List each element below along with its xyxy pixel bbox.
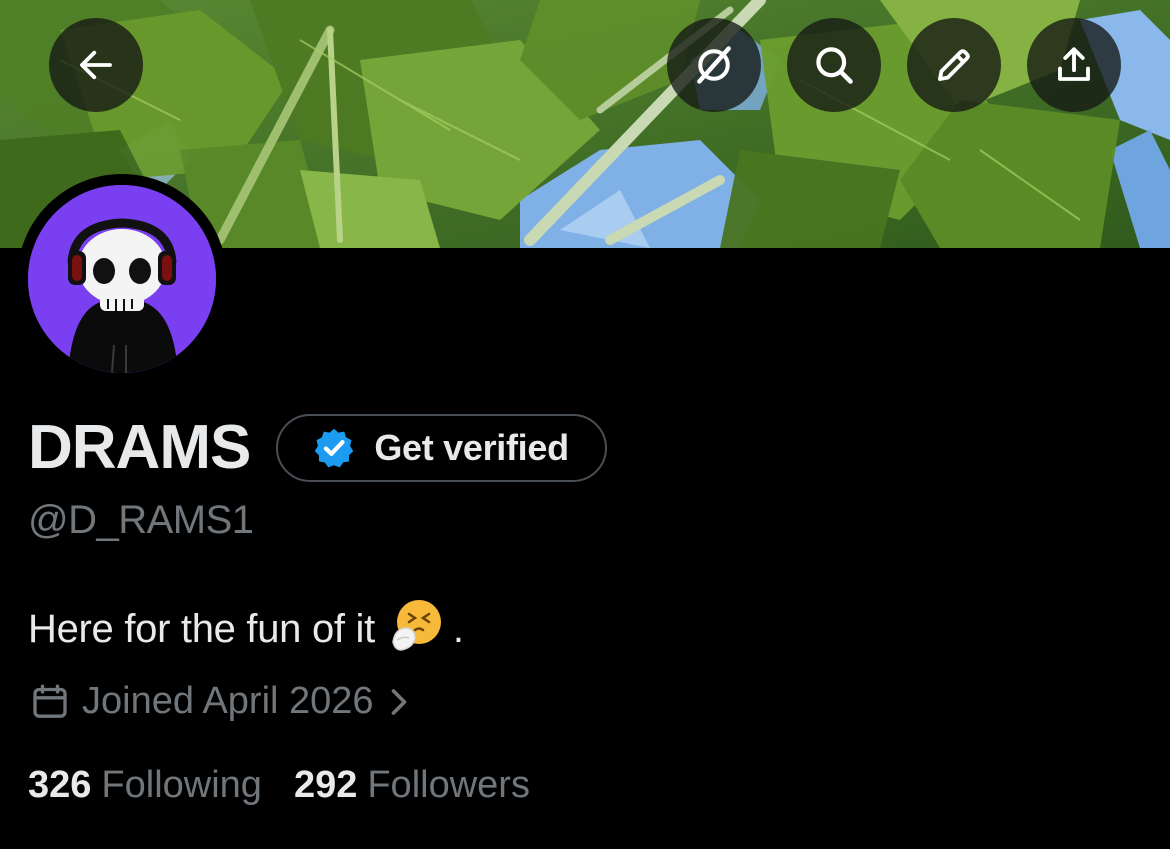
arrow-left-icon xyxy=(80,50,112,80)
followers-link[interactable]: 292 Followers xyxy=(294,764,530,807)
bio: Here for the fun of it . xyxy=(28,596,464,662)
pencil-icon xyxy=(938,49,970,81)
followers-count: 292 xyxy=(293,764,358,806)
joined-date-row[interactable]: Joined April 2026 xyxy=(30,680,410,723)
sneezing-face-icon xyxy=(392,600,441,651)
user-handle: @D_RAMS1 xyxy=(28,498,254,542)
following-label: Following xyxy=(101,764,262,806)
search-icon xyxy=(816,47,853,84)
search-button[interactable] xyxy=(787,18,881,112)
name-row: DRAMS Get verified xyxy=(28,410,607,486)
share-icon xyxy=(1058,47,1090,81)
bio-suffix: . xyxy=(452,606,464,651)
chevron-right-icon xyxy=(391,688,406,715)
calendar-icon xyxy=(33,684,67,718)
back-button[interactable] xyxy=(49,18,143,112)
edit-profile-button[interactable] xyxy=(907,18,1001,112)
get-verified-label: Get verified xyxy=(374,427,569,468)
share-button[interactable] xyxy=(1027,18,1121,112)
skull-headphones-illustration xyxy=(28,185,216,373)
avatar[interactable] xyxy=(17,174,227,384)
get-verified-button[interactable]: Get verified xyxy=(276,414,607,482)
avatar-image xyxy=(28,185,216,373)
grok-button[interactable] xyxy=(667,18,761,112)
follow-stats: 326 Following 292 Followers xyxy=(28,764,530,807)
following-link[interactable]: 326 Following xyxy=(28,764,262,807)
verified-badge-icon xyxy=(315,428,354,468)
bio-text: Here for the fun of it xyxy=(28,606,375,651)
following-count: 326 xyxy=(28,764,92,806)
followers-label: Followers xyxy=(367,764,530,806)
sneezing-face-emoji xyxy=(389,596,445,662)
grok-icon xyxy=(697,46,731,84)
display-name: DRAMS xyxy=(28,413,251,482)
joined-date: Joined April 2026 xyxy=(82,680,374,722)
